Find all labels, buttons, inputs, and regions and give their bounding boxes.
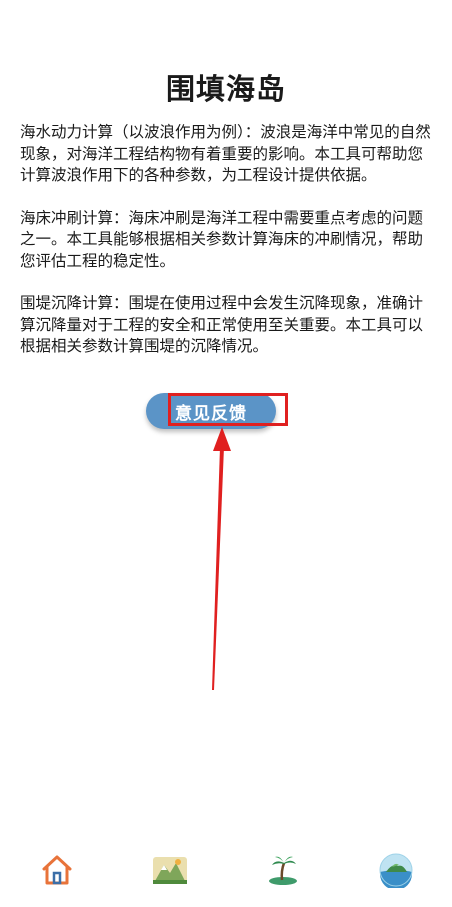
- feedback-button-label: 意见反馈: [175, 403, 247, 424]
- section-seabed-scour: 海床冲刷计算：海床冲刷是海洋工程中需要重点考虑的问题之一。本工具能够根据相关参数…: [20, 208, 424, 270]
- app-screen: 围填海岛 海水动力计算（以波浪作用为例）：波浪是海洋中常见的自然现象，对海洋工程…: [0, 0, 452, 907]
- mountain-icon: [152, 857, 187, 884]
- description-content: 海水动力计算（以波浪作用为例）：波浪是海洋中常见的自然现象，对海洋工程结构物有着…: [20, 122, 432, 379]
- tab-island[interactable]: [253, 848, 313, 892]
- tab-globe[interactable]: [366, 848, 426, 892]
- section-hydrodynamics: 海水动力计算（以波浪作用为例）：波浪是海洋中常见的自然现象，对海洋工程结构物有着…: [20, 123, 431, 184]
- bottom-tab-bar: [0, 848, 452, 907]
- tab-terrain[interactable]: [140, 848, 200, 892]
- page-title: 围填海岛: [165, 72, 286, 106]
- home-icon: [42, 855, 71, 885]
- section-embankment-settlement: 围堤沉降计算：围堤在使用过程中会发生沉降现象，准确计算沉降量对于工程的安全和正常…: [20, 294, 424, 355]
- palm-island-icon: [268, 856, 297, 885]
- globe-island-icon: [379, 853, 412, 888]
- feedback-button[interactable]: 意见反馈: [146, 393, 276, 429]
- tab-home[interactable]: [27, 848, 87, 892]
